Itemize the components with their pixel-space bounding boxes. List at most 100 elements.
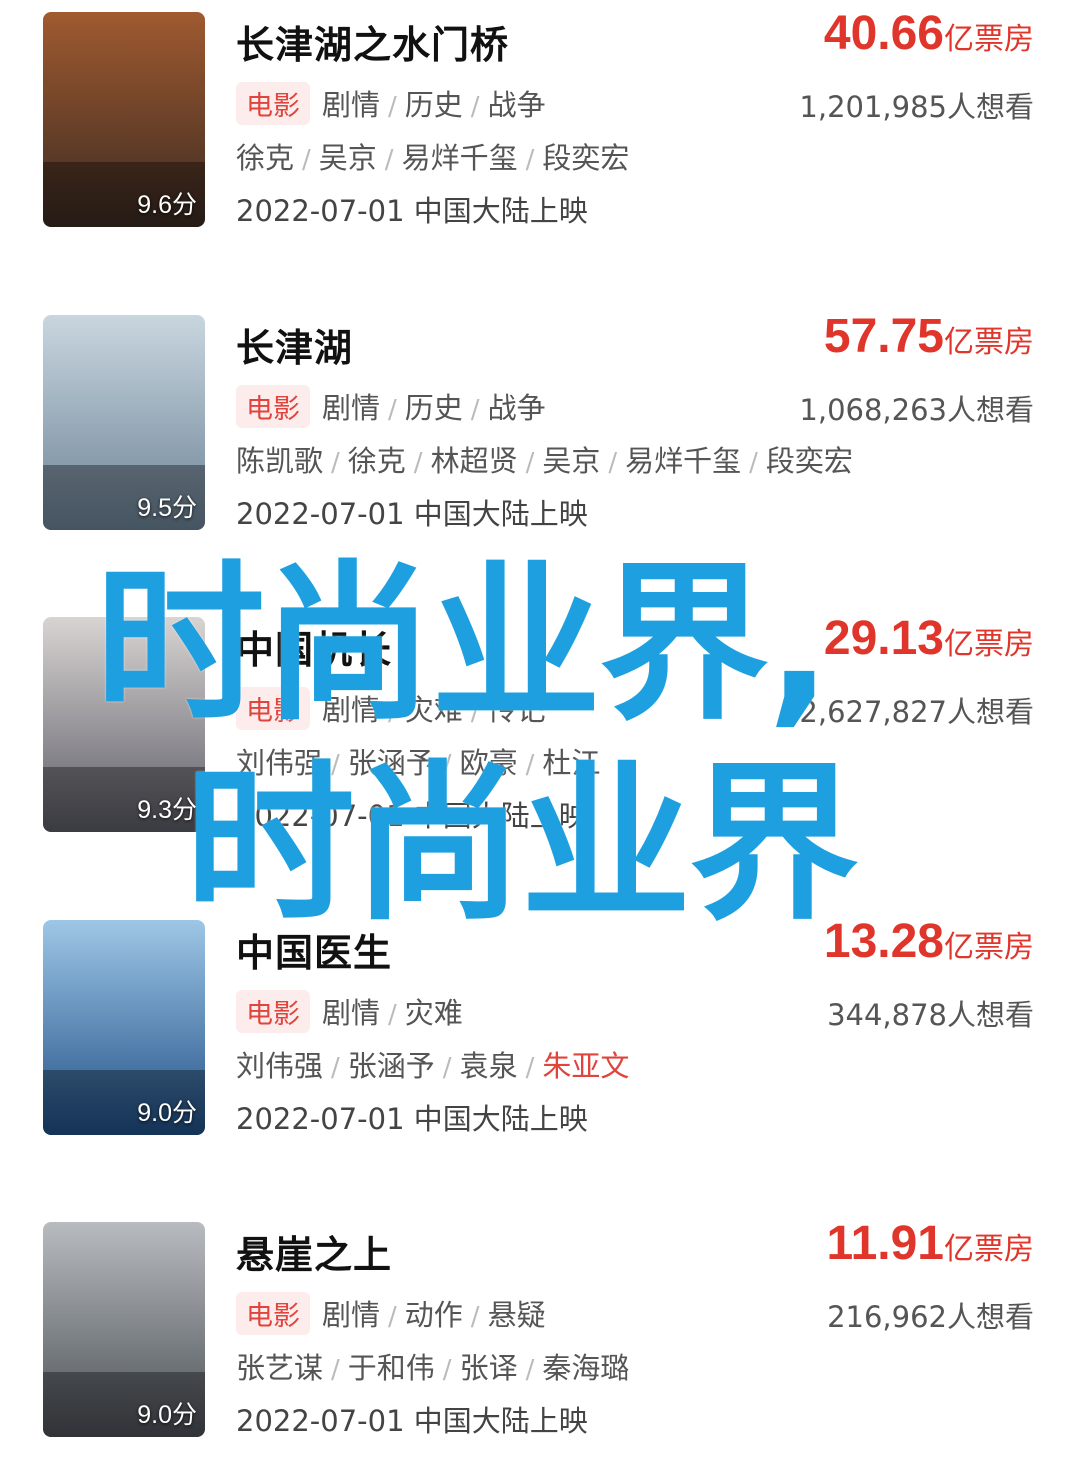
genre-label: 战争 bbox=[487, 391, 546, 425]
box-office-value: 57.75 bbox=[823, 310, 944, 363]
cast-name: 易烊千玺 bbox=[625, 444, 742, 478]
separator: / bbox=[384, 145, 394, 175]
cast-name: 朱亚文 bbox=[542, 1049, 630, 1083]
separator: / bbox=[470, 1302, 480, 1332]
genre-label: 历史 bbox=[404, 88, 463, 122]
box-office-unit: 亿票房 bbox=[944, 1232, 1034, 1267]
genre-label: 传记 bbox=[487, 693, 546, 727]
genre-row: 电影 剧情 / 灾难 bbox=[236, 990, 463, 1033]
release-date: 2022-07-01 中国大陆上映 bbox=[236, 1102, 588, 1136]
release-date: 2022-07-01 中国大陆上映 bbox=[236, 497, 588, 531]
rating-score: 9.6分 bbox=[137, 191, 197, 219]
separator: / bbox=[470, 697, 480, 727]
cast-name: 秦海璐 bbox=[542, 1351, 630, 1385]
movie-poster[interactable]: 9.5分 bbox=[43, 315, 205, 530]
genre-label: 历史 bbox=[404, 391, 463, 425]
separator: / bbox=[442, 1355, 452, 1385]
separator: / bbox=[442, 750, 452, 780]
cast-name: 欧豪 bbox=[459, 746, 518, 780]
cast-name: 徐克 bbox=[347, 444, 406, 478]
genre-row: 电影 剧情 / 灾难 / 传记 bbox=[236, 687, 546, 730]
movie-poster[interactable]: 9.0分 bbox=[43, 1222, 205, 1437]
separator: / bbox=[470, 395, 480, 425]
cast-name: 于和伟 bbox=[347, 1351, 435, 1385]
cast-row: 陈凯歌 / 徐克 / 林超贤 / 吴京 / 易烊千玺 / 段奕宏 bbox=[236, 438, 853, 480]
movie-poster[interactable]: 9.0分 bbox=[43, 920, 205, 1135]
box-office: 40.66亿票房 bbox=[824, 6, 1034, 61]
separator: / bbox=[331, 1355, 340, 1385]
separator: / bbox=[331, 448, 340, 478]
movie-title[interactable]: 中国机长 bbox=[236, 619, 392, 674]
cast-name: 袁泉 bbox=[459, 1049, 518, 1083]
genre-label: 灾难 bbox=[404, 996, 463, 1030]
genre-label: 悬疑 bbox=[487, 1298, 546, 1332]
box-office-value: 13.28 bbox=[823, 915, 944, 968]
movie-title[interactable]: 长津湖 bbox=[236, 317, 353, 372]
cast-name: 刘伟强 bbox=[236, 746, 324, 780]
separator: / bbox=[388, 92, 397, 122]
separator: / bbox=[331, 1053, 340, 1083]
cast-row: 张艺谋 / 于和伟 / 张译 / 秦海璐 bbox=[236, 1345, 629, 1387]
separator: / bbox=[749, 448, 758, 478]
rating-score: 9.5分 bbox=[137, 494, 197, 522]
movie-item[interactable]: 9.0分 悬崖之上 电影 剧情 / 动作 / 悬疑 张艺谋 / 于和伟 / 张译 / 秦海璐 2022-07-… bbox=[0, 1210, 1079, 1438]
genre-label: 灾难 bbox=[404, 693, 463, 727]
separator: / bbox=[388, 1000, 397, 1030]
rating-score: 9.0分 bbox=[137, 1099, 197, 1127]
rating-score: 9.3分 bbox=[137, 796, 197, 824]
genre-row: 电影 剧情 / 历史 / 战争 bbox=[236, 385, 546, 428]
cast-name: 杜江 bbox=[542, 746, 601, 780]
movie-poster[interactable]: 9.3分 bbox=[43, 617, 205, 832]
separator: / bbox=[525, 145, 535, 175]
rating-score: 9.0分 bbox=[137, 1401, 197, 1429]
genre-row: 电影 剧情 / 历史 / 战争 bbox=[236, 82, 546, 125]
genre-label: 剧情 bbox=[322, 391, 381, 425]
box-office-unit: 亿票房 bbox=[944, 325, 1034, 360]
movie-item[interactable]: 9.3分 中国机长 电影 剧情 / 灾难 / 传记 刘伟强 / 张涵予 / 欧豪 / 杜江 2022-07-0… bbox=[0, 605, 1079, 833]
separator: / bbox=[388, 697, 397, 727]
box-office-value: 29.13 bbox=[823, 612, 944, 665]
film-tag: 电影 bbox=[236, 385, 310, 428]
want-to-see-count: 2,627,827人想看 bbox=[799, 695, 1034, 729]
release-date: 2022-07-01 中国大陆上映 bbox=[236, 194, 588, 228]
box-office-unit: 亿票房 bbox=[944, 627, 1034, 662]
separator: / bbox=[608, 448, 618, 478]
separator: / bbox=[525, 750, 535, 780]
box-office-value: 11.91 bbox=[826, 1217, 944, 1270]
cast-name: 张译 bbox=[459, 1351, 518, 1385]
genre-label: 剧情 bbox=[322, 88, 381, 122]
box-office-unit: 亿票房 bbox=[944, 930, 1034, 965]
movie-title[interactable]: 悬崖之上 bbox=[236, 1224, 392, 1279]
movie-title[interactable]: 长津湖之水门桥 bbox=[236, 14, 509, 69]
genre-row: 电影 剧情 / 动作 / 悬疑 bbox=[236, 1292, 546, 1335]
cast-name: 段奕宏 bbox=[765, 444, 853, 478]
separator: / bbox=[525, 1355, 535, 1385]
cast-name: 陈凯歌 bbox=[236, 444, 324, 478]
movie-item[interactable]: 9.5分 长津湖 电影 剧情 / 历史 / 战争 陈凯歌 / 徐克 / 林超贤 / 吴京 / 易烊千玺 / 段奕宏 2… bbox=[0, 303, 1079, 531]
film-tag: 电影 bbox=[236, 1292, 310, 1335]
movie-item[interactable]: 9.6分 长津湖之水门桥电影 剧情 / 历史 / 战争徐克 / 吴京 / 易烊千玺 / 段奕宏 2022-… bbox=[0, 0, 1079, 228]
genre-label: 剧情 bbox=[322, 996, 381, 1030]
cast-name: 吴京 bbox=[318, 141, 377, 175]
cast-name: 易烊千玺 bbox=[401, 141, 518, 175]
separator: / bbox=[413, 448, 423, 478]
separator: / bbox=[442, 1053, 452, 1083]
box-office: 13.28亿票房 bbox=[824, 914, 1034, 969]
cast-row: 刘伟强 / 张涵予 / 袁泉 / 朱亚文 bbox=[236, 1043, 629, 1085]
film-tag: 电影 bbox=[236, 82, 310, 125]
movie-title[interactable]: 中国医生 bbox=[236, 922, 392, 977]
cast-row: 刘伟强 / 张涵予 / 欧豪 / 杜江 bbox=[236, 740, 600, 782]
genre-label: 剧情 bbox=[322, 1298, 381, 1332]
box-office-value: 40.66 bbox=[823, 7, 944, 60]
separator: / bbox=[302, 145, 311, 175]
cast-name: 林超贤 bbox=[430, 444, 518, 478]
movie-poster[interactable]: 9.6分 bbox=[43, 12, 205, 227]
box-office: 11.91亿票房 bbox=[827, 1216, 1034, 1271]
cast-row: 徐克 / 吴京 / 易烊千玺 / 段奕宏 bbox=[236, 135, 629, 177]
cast-name: 段奕宏 bbox=[542, 141, 630, 175]
box-office: 29.13亿票房 bbox=[824, 611, 1034, 666]
separator: / bbox=[388, 395, 397, 425]
cast-name: 吴京 bbox=[542, 444, 601, 478]
release-date: 2022-07-01 中国大陆上映 bbox=[236, 1404, 588, 1438]
movie-item[interactable]: 9.0分 中国医生 电影 剧情 / 灾难 刘伟强 / 张涵予 / 袁泉 / 朱亚文 2022-07-01 … bbox=[0, 908, 1079, 1136]
